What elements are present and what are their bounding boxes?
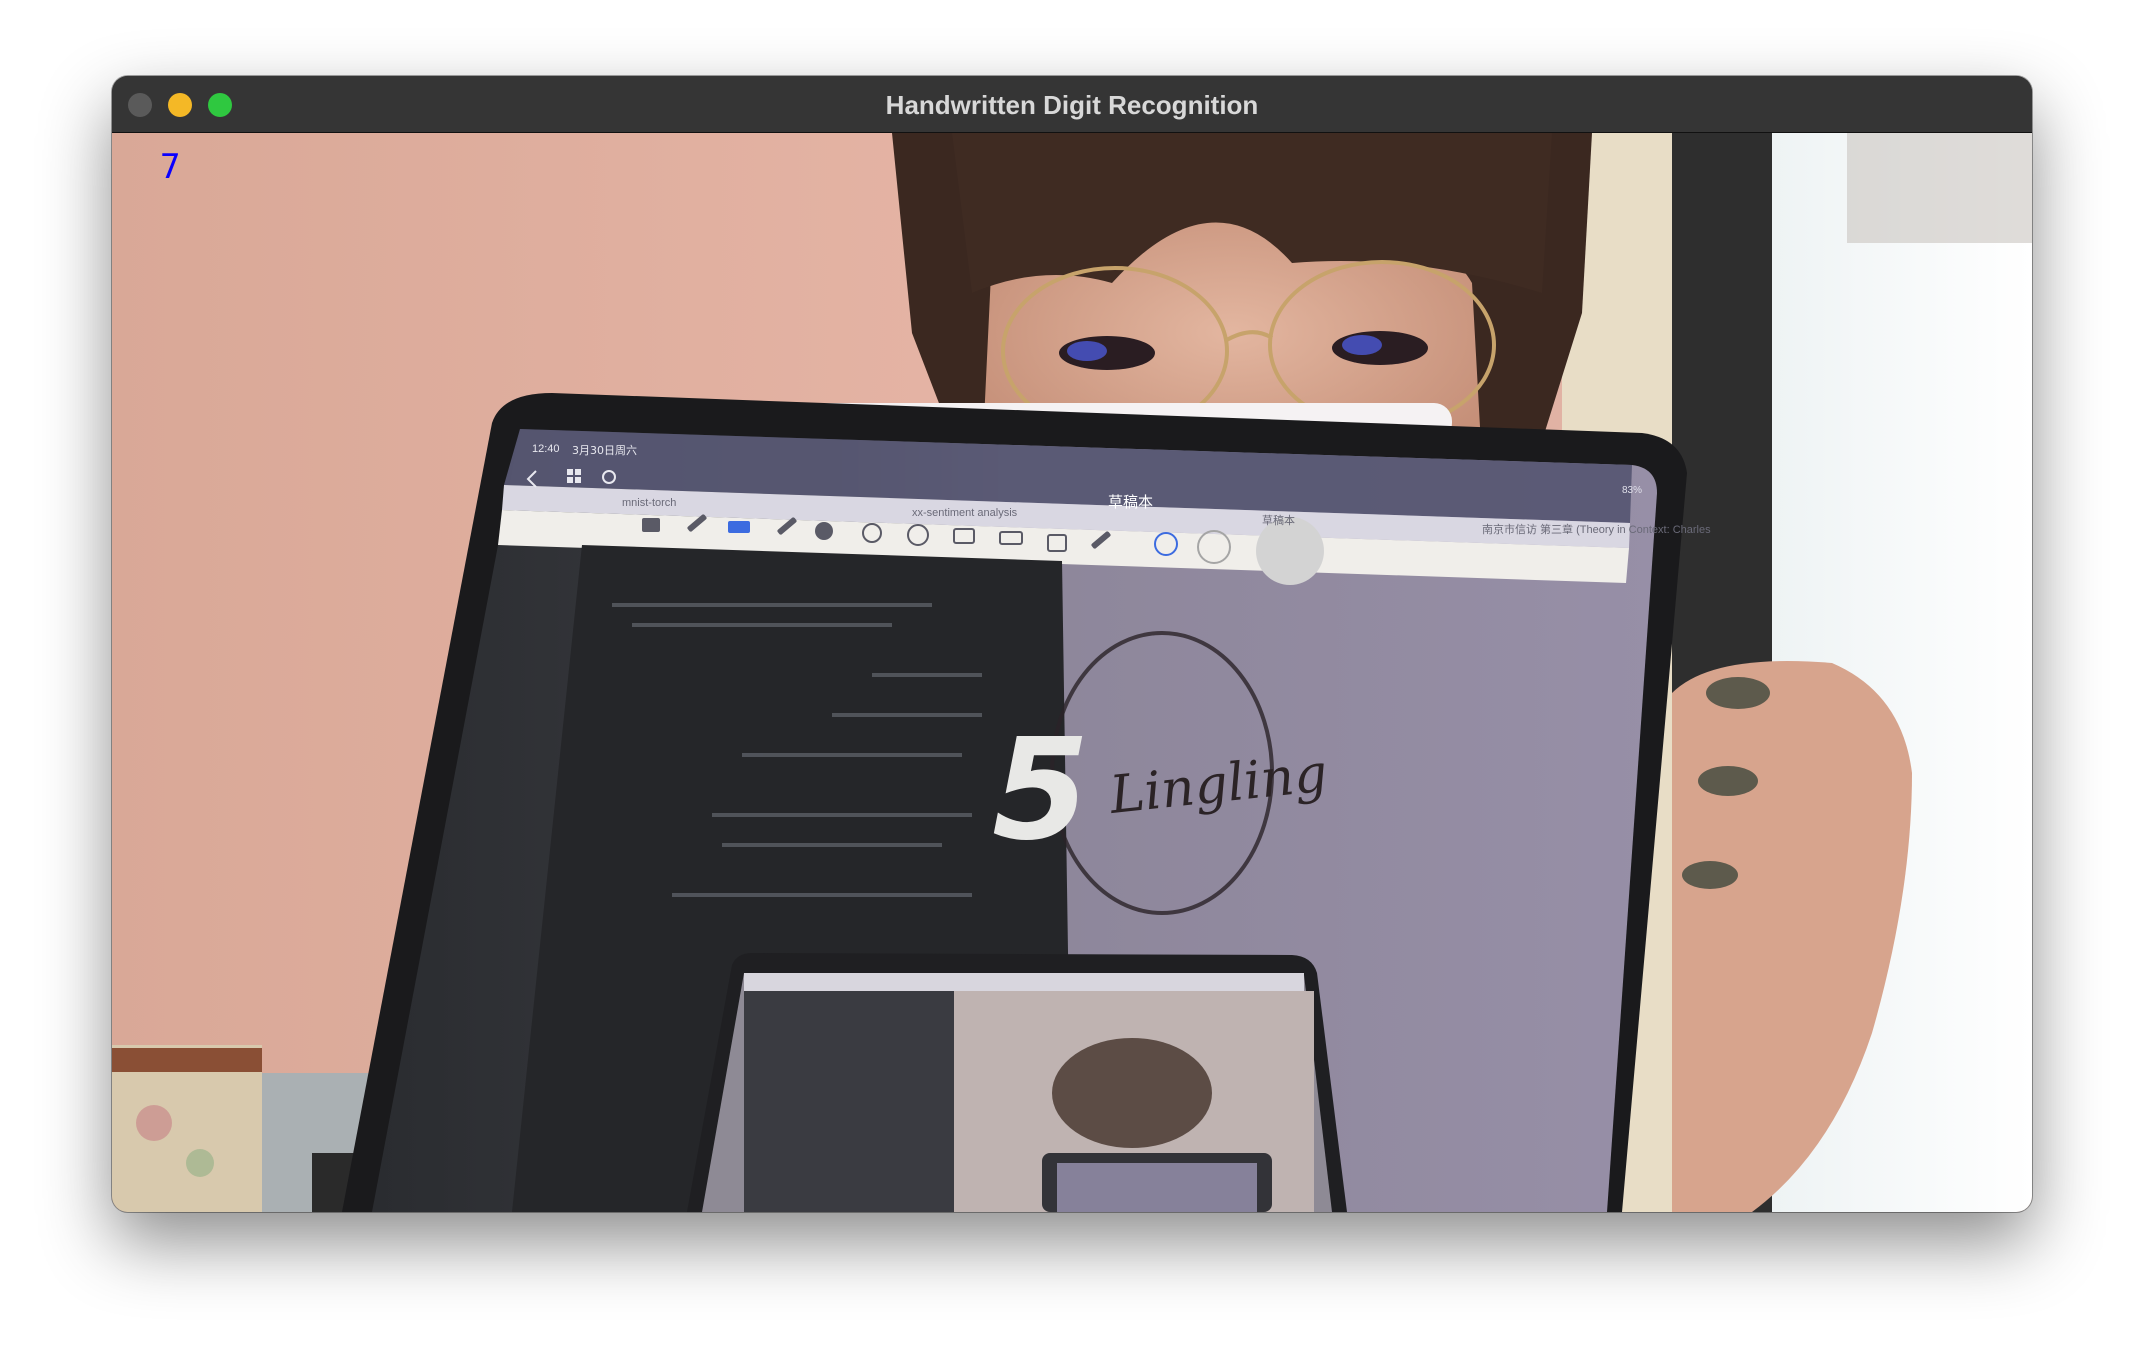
app-window: Handwritten Digit Recognition 12:40 3月30… [112, 76, 2032, 1212]
handwritten-digit: 5 [992, 709, 1089, 872]
tablet-tab-3: 草稿本 [1262, 513, 1295, 527]
window-title: Handwritten Digit Recognition [885, 90, 1259, 120]
title-bar[interactable]: Handwritten Digit Recognition [112, 76, 2032, 133]
camera-feed: 12:40 3月30日周六 草稿本 83% mnist-torch xx-sen… [112, 133, 2032, 1212]
tablet-tab-4: 南京市信访 第三章 (Theory in Context: Charles [1482, 522, 1711, 536]
tablet-status-date: 3月30日周六 [572, 444, 637, 457]
tablet-tab-1: mnist-torch [622, 497, 676, 509]
prediction-label: 7 [160, 147, 181, 187]
tablet-doc-title: 草稿本 [1108, 493, 1153, 511]
tablet-battery: 83% [1622, 485, 1642, 496]
tablet-status-time: 12:40 [532, 443, 560, 455]
camera-frame-image: 12:40 3月30日周六 草稿本 83% mnist-torch xx-sen… [112, 133, 2032, 1212]
tablet-tab-2: xx-sentiment analysis [912, 507, 1018, 519]
